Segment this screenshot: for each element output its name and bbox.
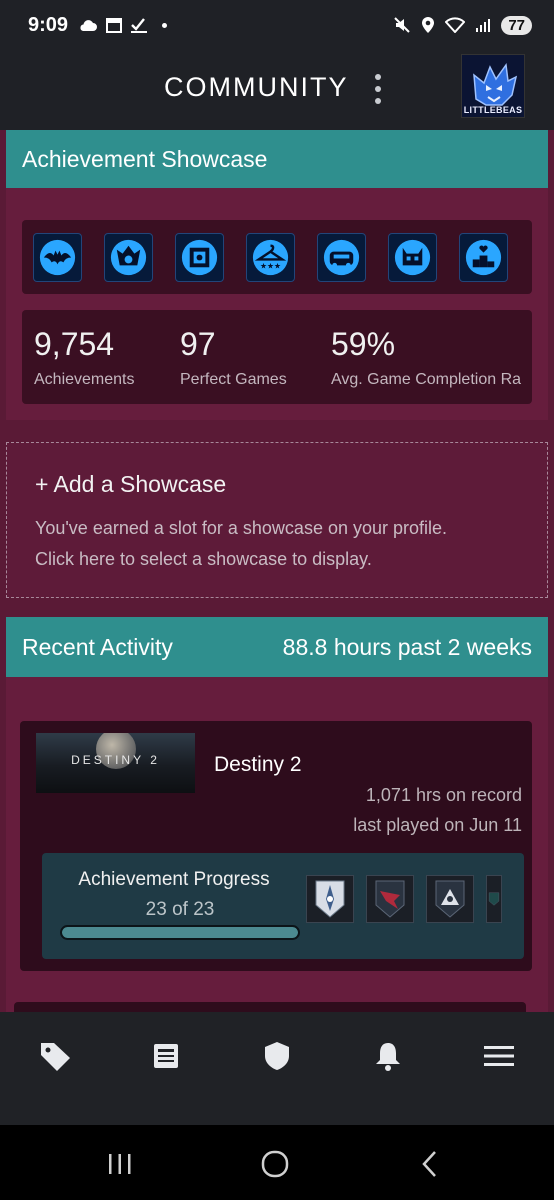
page-title: COMMUNITY xyxy=(164,72,349,102)
stat-label: Avg. Game Completion Ra xyxy=(331,371,522,388)
add-showcase-title: + Add a Showcase xyxy=(35,471,227,497)
app-header: COMMUNITY LITTLEBEAS xyxy=(0,50,554,130)
nav-notifications[interactable] xyxy=(353,1036,423,1076)
menu-icon xyxy=(483,1046,514,1066)
nav-guard[interactable] xyxy=(242,1036,312,1076)
signal-icon xyxy=(476,19,491,32)
battery-indicator: 77 xyxy=(501,15,532,35)
achievement-progress-bar xyxy=(60,925,300,940)
stat-achievements[interactable]: 9,754 Achievements xyxy=(34,326,135,389)
bottom-navigation xyxy=(0,1012,554,1125)
game-hours: 1,071 hrs on record xyxy=(365,785,522,805)
stat-label: Achievements xyxy=(34,371,135,388)
game-activity-card[interactable]: DESTINY 2 Destiny 2 1,071 hrs on record … xyxy=(20,721,532,971)
status-bar: 9:09 77 xyxy=(0,0,554,50)
game-thumbnail[interactable]: DESTINY 2 xyxy=(36,733,195,793)
game-title[interactable]: Destiny 2 xyxy=(214,753,302,777)
red-bird-emblem-icon xyxy=(375,880,405,918)
tag-icon xyxy=(41,1043,71,1071)
check-icon xyxy=(131,18,148,33)
recent-apps-button[interactable] xyxy=(100,1147,140,1181)
achievement-progress-count: 23 of 23 xyxy=(145,899,215,920)
achievement-showcase-title: Achievement Showcase xyxy=(22,145,268,172)
achievement-showcase-panel: Achievement Showcase ★★★ 9,754 Achieveme… xyxy=(6,130,548,420)
emblem-icon xyxy=(110,239,147,275)
achievement-badge[interactable] xyxy=(317,232,366,282)
teal-emblem-icon xyxy=(488,892,500,906)
home-icon xyxy=(261,1150,289,1178)
recent-activity-header: Recent Activity 88.8 hours past 2 weeks xyxy=(6,617,548,677)
achievement-progress[interactable]: Achievement Progress 23 of 23 xyxy=(42,853,524,959)
recent-activity-panel: Recent Activity 88.8 hours past 2 weeks … xyxy=(6,617,548,1012)
hanger-stars-icon: ★★★ xyxy=(252,239,289,275)
game-logo-text: DESTINY 2 xyxy=(71,753,160,767)
wifi-icon xyxy=(445,17,466,33)
nav-menu[interactable] xyxy=(464,1036,534,1076)
stat-value: 59% xyxy=(331,326,396,362)
mute-icon xyxy=(394,17,411,33)
achievement-badge[interactable] xyxy=(459,232,508,282)
add-showcase-description: You've earned a slot for a showcase on y… xyxy=(35,513,519,575)
achievement-badges: ★★★ xyxy=(22,220,532,294)
recent-activity-title: Recent Activity xyxy=(22,633,173,660)
achievement-progress-title: Achievement Progress xyxy=(78,869,270,890)
calendar-icon xyxy=(106,18,123,33)
achievement-stats: 9,754 Achievements 97 Perfect Games 59% … xyxy=(22,310,532,404)
home-button[interactable] xyxy=(255,1147,295,1181)
dot-icon xyxy=(162,22,168,28)
avatar-caption: LITTLEBEAS xyxy=(463,105,523,115)
game-last-played: last played on Jun 11 xyxy=(353,815,522,835)
system-navigation xyxy=(0,1125,554,1200)
achievement-icon[interactable] xyxy=(426,875,474,923)
avatar[interactable]: LITTLEBEAS xyxy=(461,54,525,118)
status-time: 9:09 xyxy=(28,13,69,36)
add-showcase-line2: Click here to select a showcase to displ… xyxy=(35,549,372,569)
game-activity-card[interactable] xyxy=(14,1002,526,1012)
location-icon xyxy=(422,17,435,33)
achievement-icon[interactable] xyxy=(486,875,502,923)
stat-value: 97 xyxy=(180,326,216,362)
achievement-badge[interactable] xyxy=(33,232,82,282)
stat-value: 9,754 xyxy=(34,326,115,362)
cloud-icon xyxy=(80,20,98,31)
recent-activity-summary: 88.8 hours past 2 weeks xyxy=(282,633,532,660)
achievement-icon[interactable] xyxy=(366,875,414,923)
white-blade-emblem-icon xyxy=(315,880,345,918)
triangle-emblem-icon xyxy=(435,880,465,918)
svg-text:★★★: ★★★ xyxy=(260,261,281,270)
stat-label: Perfect Games xyxy=(180,371,287,388)
back-icon xyxy=(422,1151,436,1177)
achievement-badge[interactable] xyxy=(388,232,437,282)
nav-store[interactable] xyxy=(20,1036,90,1076)
helmet-icon xyxy=(394,239,431,275)
add-showcase-button[interactable]: + Add a Showcase You've earned a slot fo… xyxy=(6,442,548,598)
achievement-icon[interactable] xyxy=(306,875,354,923)
podium-heart-icon xyxy=(465,239,502,275)
nav-news[interactable] xyxy=(131,1036,201,1076)
back-button[interactable] xyxy=(410,1147,450,1181)
recent-apps-icon xyxy=(109,1154,131,1174)
shield-icon xyxy=(264,1042,289,1070)
stat-perfect-games[interactable]: 97 Perfect Games xyxy=(180,326,287,389)
achievement-badge[interactable]: ★★★ xyxy=(246,232,295,282)
achievement-badge[interactable] xyxy=(104,232,153,282)
vault-icon xyxy=(181,239,218,275)
more-options-icon[interactable] xyxy=(372,74,384,104)
car-icon xyxy=(323,239,360,275)
add-showcase-line1: You've earned a slot for a showcase on y… xyxy=(35,518,448,538)
achievement-badge[interactable] xyxy=(175,232,224,282)
stat-completion-rate[interactable]: 59% Avg. Game Completion Ra xyxy=(331,326,521,389)
achievement-showcase-header: Achievement Showcase xyxy=(6,130,548,188)
bell-icon xyxy=(375,1043,400,1071)
bat-icon xyxy=(39,239,76,275)
achievement-icons xyxy=(306,875,502,923)
progress-fill xyxy=(62,927,298,938)
profile-content[interactable]: Achievement Showcase ★★★ 9,754 Achieveme… xyxy=(0,130,554,1012)
news-icon xyxy=(154,1044,179,1068)
